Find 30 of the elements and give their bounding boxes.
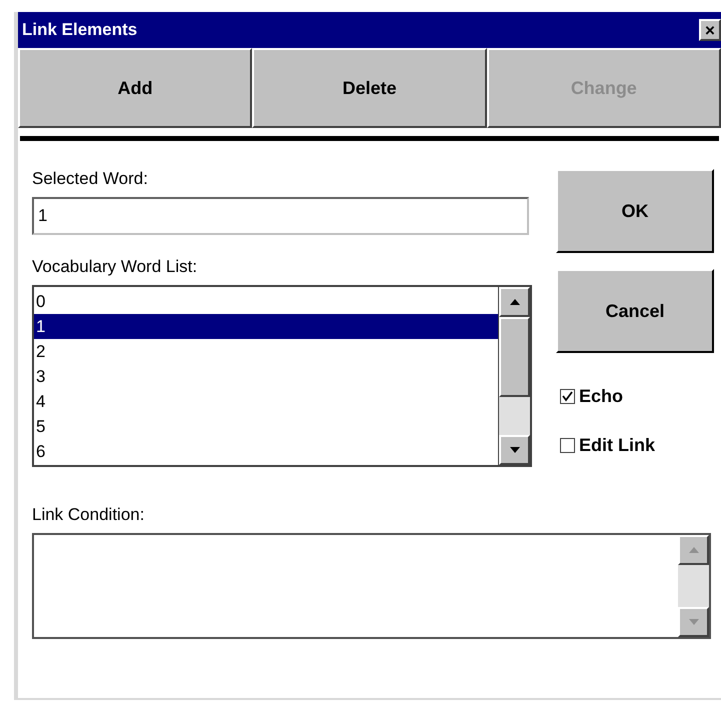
dialog-button[interactable]: OK xyxy=(556,169,714,253)
scroll-thumb[interactable] xyxy=(499,317,530,397)
down-arrow-icon xyxy=(510,447,520,453)
list-item[interactable]: 6 xyxy=(34,439,498,464)
check-icon xyxy=(562,391,573,402)
down-arrow-icon xyxy=(688,619,698,625)
selected-word-field[interactable]: 1 xyxy=(32,197,529,235)
list-label: Vocabulary Word List: xyxy=(32,257,198,277)
list-item[interactable]: 2 xyxy=(34,339,498,364)
checkbox[interactable] xyxy=(560,438,575,453)
list-item[interactable]: 4 xyxy=(34,389,498,414)
close-button[interactable]: × xyxy=(699,19,721,41)
field-label: Link Condition: xyxy=(32,505,146,525)
toolbar-button[interactable]: Add xyxy=(18,48,252,128)
scrollbar[interactable] xyxy=(498,287,530,465)
list-item[interactable]: 3 xyxy=(34,364,498,389)
list-item[interactable]: 1 xyxy=(34,314,498,339)
up-arrow-icon xyxy=(688,547,698,553)
scroll-up-button[interactable] xyxy=(499,287,530,317)
dialog-button[interactable]: Cancel xyxy=(556,269,714,353)
checkbox-label: Echo xyxy=(579,385,624,408)
field-label: Selected Word: xyxy=(32,169,149,189)
list-item[interactable]: 5 xyxy=(34,414,498,439)
scroll-down-button[interactable] xyxy=(499,435,530,465)
list-item[interactable]: 0 xyxy=(34,289,498,314)
checkbox-label: Edit Link xyxy=(579,434,655,457)
toolbar-button[interactable]: Delete xyxy=(252,48,487,128)
up-arrow-icon xyxy=(510,299,520,305)
window-title: Link Elements xyxy=(22,19,138,42)
checkbox[interactable] xyxy=(560,389,575,404)
